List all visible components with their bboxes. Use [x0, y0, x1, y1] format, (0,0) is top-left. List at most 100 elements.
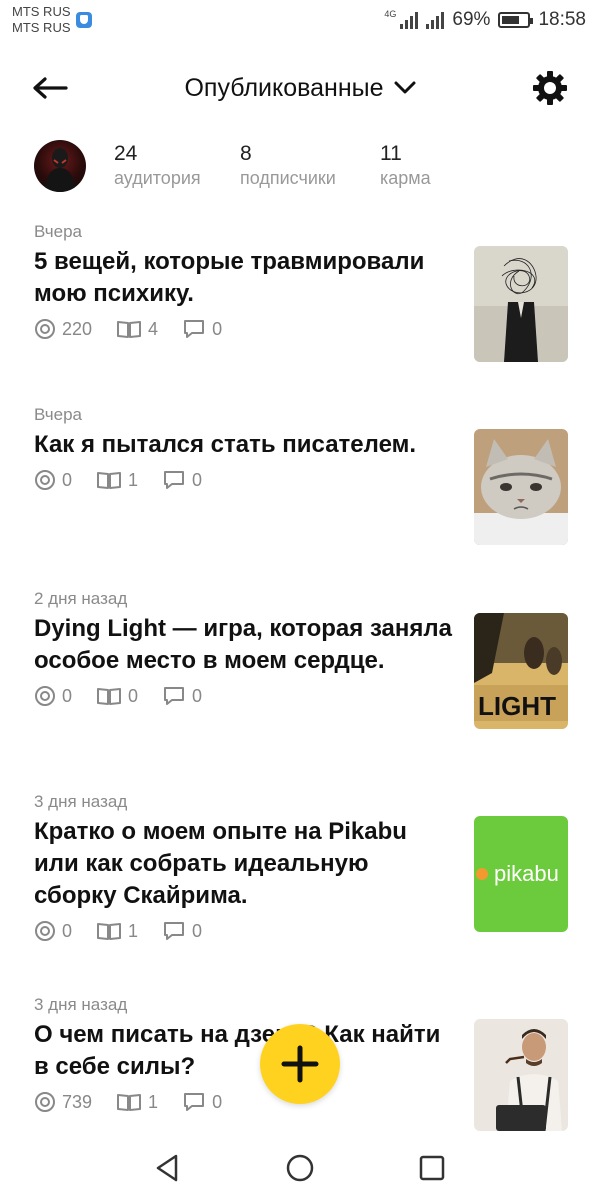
- battery-icon: [498, 12, 534, 28]
- stat-subscribers: 8 подписчики: [240, 142, 336, 190]
- views-stat: 0: [34, 469, 72, 491]
- post-item[interactable]: 3 дня назад Кратко о моем опыте на Pikab…: [34, 792, 568, 942]
- post-date: 3 дня назад: [34, 995, 128, 1014]
- post-date: Вчера: [34, 405, 82, 424]
- post-date: Вчера: [34, 222, 82, 241]
- stat-label: подписчики: [240, 168, 336, 188]
- nav-back-button[interactable]: [150, 1150, 186, 1186]
- post-title[interactable]: О чем писать на дзене? Как найти в себе …: [34, 1019, 454, 1083]
- eye-circle-icon: [35, 686, 55, 706]
- avatar-figure: [44, 148, 76, 192]
- comments-count: 0: [192, 685, 203, 706]
- views-stat: 739: [34, 1091, 92, 1113]
- eye-circle-icon: [35, 921, 55, 941]
- comment-icon: [164, 687, 185, 705]
- book-icon: [97, 923, 122, 940]
- square-recents-icon: [419, 1155, 445, 1181]
- thumbnail-sad-cat: [474, 429, 568, 545]
- comments-stat: 0: [162, 920, 202, 942]
- battery-percent: 69%: [452, 9, 491, 30]
- post-title[interactable]: Как я пытался стать писателем.: [34, 429, 454, 461]
- network-type: 4G: [384, 9, 397, 19]
- carrier-1: MTS RUS: [12, 4, 71, 19]
- gear-icon: [533, 71, 567, 105]
- post-thumbnail[interactable]: [474, 429, 568, 545]
- views-count: 0: [62, 685, 73, 706]
- comment-icon: [184, 1093, 205, 1111]
- reads-stat: 4: [116, 319, 158, 340]
- comments-stat: 0: [162, 469, 202, 491]
- status-indicators: 4G 69% 18:58: [384, 8, 586, 32]
- reads-count: 1: [148, 1091, 159, 1112]
- stat-value: 24: [114, 142, 138, 165]
- stat-label: аудитория: [114, 168, 201, 188]
- circle-home-icon: [286, 1154, 314, 1182]
- comments-stat: 0: [162, 685, 202, 707]
- thumbnail-pikabu: pikabu: [474, 816, 568, 932]
- book-icon: [97, 472, 122, 489]
- post-title[interactable]: Кратко о моем опыте на Pikabu или как со…: [34, 816, 454, 912]
- reads-stat: 1: [96, 921, 138, 942]
- settings-button[interactable]: [530, 68, 570, 108]
- avatar[interactable]: [34, 140, 86, 192]
- eye-circle-icon: [35, 470, 55, 490]
- app-header: Опубликованные: [0, 60, 600, 116]
- stat-label: карма: [380, 168, 431, 188]
- section-dropdown[interactable]: Опубликованные: [0, 70, 600, 106]
- book-icon: [117, 1094, 142, 1111]
- create-post-button[interactable]: [260, 1024, 340, 1104]
- post-title[interactable]: 5 вещей, которые травмировали мою психик…: [34, 246, 454, 310]
- stat-value: 11: [380, 142, 402, 165]
- post-thumbnail[interactable]: pikabu: [474, 816, 568, 932]
- reads-count: 0: [128, 685, 139, 706]
- shield-badge-icon: [76, 12, 92, 28]
- stat-karma: 11 карма: [380, 142, 431, 190]
- comments-count: 0: [212, 318, 223, 339]
- carrier-labels: MTS RUS MTS RUS: [12, 4, 71, 36]
- signal-icon: [400, 11, 419, 29]
- reads-count: 4: [148, 318, 159, 339]
- page-title: Опубликованные: [184, 73, 384, 102]
- post-thumbnail[interactable]: [474, 1019, 568, 1131]
- eye-circle-icon: [35, 319, 55, 339]
- profile-summary: 24 аудитория 8 подписчики 11 карма: [34, 140, 574, 196]
- comments-count: 0: [192, 920, 203, 941]
- thumbnail-abstract-man: [474, 246, 568, 362]
- post-item[interactable]: 2 дня назад Dying Light — игра, которая …: [34, 589, 568, 729]
- views-count: 220: [62, 318, 93, 339]
- reads-count: 1: [128, 920, 139, 941]
- nav-home-button[interactable]: [282, 1150, 318, 1186]
- nav-recents-button[interactable]: [414, 1150, 450, 1186]
- post-date: 3 дня назад: [34, 792, 128, 811]
- stat-value: 8: [240, 142, 252, 165]
- status-bar: MTS RUS MTS RUS 4G 69% 18:58: [0, 0, 600, 44]
- views-stat: 0: [34, 920, 72, 942]
- post-thumbnail[interactable]: [474, 246, 568, 362]
- comment-icon: [184, 320, 205, 338]
- comments-stat: 0: [182, 318, 222, 340]
- reads-stat: 1: [96, 470, 138, 491]
- post-item[interactable]: Вчера 5 вещей, которые травмировали мою …: [34, 222, 568, 362]
- comments-stat: 0: [182, 1091, 222, 1113]
- views-count: 739: [62, 1091, 93, 1112]
- comments-count: 0: [212, 1091, 223, 1112]
- comments-count: 0: [192, 469, 203, 490]
- post-date: 2 дня назад: [34, 589, 128, 608]
- clock: 18:58: [538, 9, 586, 30]
- views-stat: 0: [34, 685, 72, 707]
- thumbnail-text: LIGHT: [478, 691, 556, 721]
- book-icon: [117, 321, 142, 338]
- comment-icon: [164, 922, 185, 940]
- comment-icon: [164, 471, 185, 489]
- reads-stat: 1: [116, 1092, 158, 1113]
- post-title[interactable]: Dying Light — игра, которая заняла особо…: [34, 613, 454, 677]
- post-item[interactable]: Вчера Как я пытался стать писателем. 0 1…: [34, 405, 568, 545]
- post-thumbnail[interactable]: LIGHT: [474, 613, 568, 729]
- eye-circle-icon: [35, 1092, 55, 1112]
- views-count: 0: [62, 920, 73, 941]
- views-count: 0: [62, 469, 73, 490]
- reads-count: 1: [128, 469, 139, 490]
- plus-icon: [281, 1045, 319, 1083]
- chevron-down-icon: [394, 81, 416, 94]
- triangle-back-icon: [156, 1154, 178, 1182]
